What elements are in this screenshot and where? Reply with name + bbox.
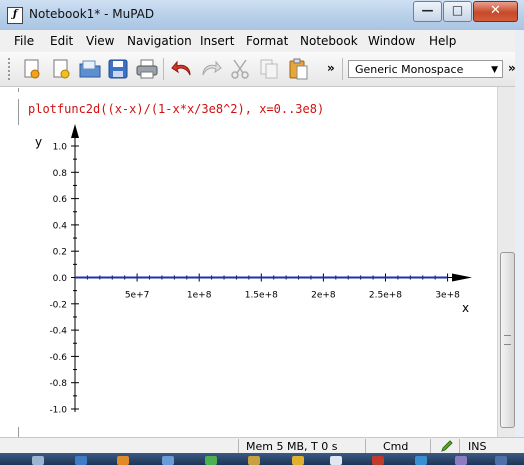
menu-help[interactable]: Help (429, 34, 456, 48)
toolbar-separator (342, 58, 343, 80)
minimize-button[interactable]: — (413, 1, 442, 22)
taskbar-app-icon[interactable] (455, 456, 467, 465)
taskbar-app-icon[interactable] (292, 456, 304, 465)
status-divider (238, 439, 239, 453)
new-notebook-icon[interactable] (20, 57, 44, 81)
taskbar-app-icon[interactable] (162, 456, 174, 465)
y-tick-label: -0.2 (49, 300, 67, 310)
paste-icon[interactable] (286, 57, 310, 81)
status-divider (459, 439, 460, 453)
window-frame-right (515, 30, 524, 450)
status-divider (365, 439, 366, 453)
taskbar-app-icon[interactable] (248, 456, 260, 465)
taskbar-app-icon[interactable] (75, 456, 87, 465)
y-tick-label: -0.6 (49, 353, 67, 363)
y-tick-label: 0.8 (53, 169, 68, 179)
x-tick-label: 1.5e+8 (245, 291, 278, 301)
toolbar-grip[interactable] (8, 58, 14, 80)
status-bar: Mem 5 MB, T 0 s Cmd INS (0, 437, 524, 454)
print-icon[interactable] (135, 57, 159, 81)
taskbar-app-icon[interactable] (372, 456, 384, 465)
x-tick-label: 3e+8 (435, 291, 460, 301)
thumb-grip (504, 335, 511, 345)
y-tick-label: 0.0 (53, 274, 68, 284)
x-tick-label: 2e+8 (311, 291, 336, 301)
status-insert: INS (468, 440, 487, 453)
taskbar-app-icon[interactable] (205, 456, 217, 465)
menu-bar: File Edit View Navigation Insert Format … (0, 30, 524, 53)
menu-insert[interactable]: Insert (200, 34, 234, 48)
undo-icon[interactable] (170, 57, 194, 81)
chevron-down-icon: ▼ (491, 65, 498, 75)
menu-file[interactable]: File (14, 34, 34, 48)
y-tick-label: -0.8 (49, 379, 67, 389)
y-axis-arrow (71, 124, 79, 138)
x-axis-arrow (452, 273, 472, 282)
taskbar-app-icon[interactable] (32, 456, 44, 465)
y-tick-label: -1.0 (49, 406, 67, 416)
y-tick-label: 0.4 (53, 221, 68, 231)
pencil-icon (441, 440, 453, 452)
save-icon[interactable] (106, 57, 130, 81)
x-axis-label: x (462, 301, 469, 315)
menu-format[interactable]: Format (246, 34, 288, 48)
font-select-value: Generic Monospace (355, 63, 464, 76)
title-bar: ƒ Notebook1* - MuPAD — □ ✕ (0, 0, 524, 30)
maximize-button[interactable]: □ (443, 1, 472, 22)
toolbar-overflow-icon[interactable]: » (327, 61, 335, 75)
vertical-scrollbar[interactable] (497, 87, 516, 437)
new-editor-icon[interactable] (49, 57, 73, 81)
taskbar-app-icon[interactable] (415, 456, 427, 465)
menu-notebook[interactable]: Notebook (300, 34, 358, 48)
cut-icon[interactable] (228, 57, 252, 81)
redo-icon[interactable] (199, 57, 223, 81)
menu-view[interactable]: View (86, 34, 114, 48)
status-memory: Mem 5 MB, T 0 s (246, 440, 338, 453)
taskbar (0, 453, 524, 465)
y-tick-label: 1.0 (53, 143, 68, 153)
taskbar-app-icon[interactable] (495, 456, 507, 465)
open-icon[interactable] (78, 57, 102, 81)
plot-output[interactable]: 1.0 0.8 0.6 0.4 0.2 0.0 -0.2 -0.4 -0.6 -0.8 -1.0 5e… (0, 87, 497, 437)
status-mode: Cmd (383, 440, 409, 453)
x-tick-label: 5e+7 (125, 291, 150, 301)
scrollbar-thumb[interactable] (500, 252, 515, 428)
taskbar-app-icon[interactable] (117, 456, 129, 465)
y-tick-label: 0.2 (53, 248, 67, 258)
minimize-icon: — (421, 3, 434, 17)
menu-navigation[interactable]: Navigation (127, 34, 192, 48)
toolbar: » Generic Monospace ▼ » (0, 52, 524, 87)
y-tick-label: 0.6 (53, 195, 68, 205)
copy-icon[interactable] (257, 57, 281, 81)
close-icon: ✕ (490, 3, 501, 18)
toolbar-separator (163, 58, 164, 80)
y-axis-label: y (35, 135, 42, 149)
menu-edit[interactable]: Edit (50, 34, 73, 48)
maximize-icon: □ (451, 3, 464, 17)
y-tick-label: -0.4 (49, 327, 67, 337)
menu-window[interactable]: Window (368, 34, 415, 48)
mupad-icon[interactable]: ƒ (7, 7, 23, 24)
x-tick-label: 1e+8 (187, 291, 212, 301)
close-button[interactable]: ✕ (473, 1, 518, 22)
x-tick-label: 2.5e+8 (369, 291, 402, 301)
font-select[interactable]: Generic Monospace ▼ (348, 60, 503, 78)
taskbar-app-icon[interactable] (330, 456, 342, 465)
window-title: Notebook1* - MuPAD (29, 7, 155, 21)
notebook-document[interactable]: plotfunc2d((x-x)/(1-x*x/3e8^2), x=0..3e8… (0, 87, 497, 437)
status-divider (430, 439, 431, 453)
